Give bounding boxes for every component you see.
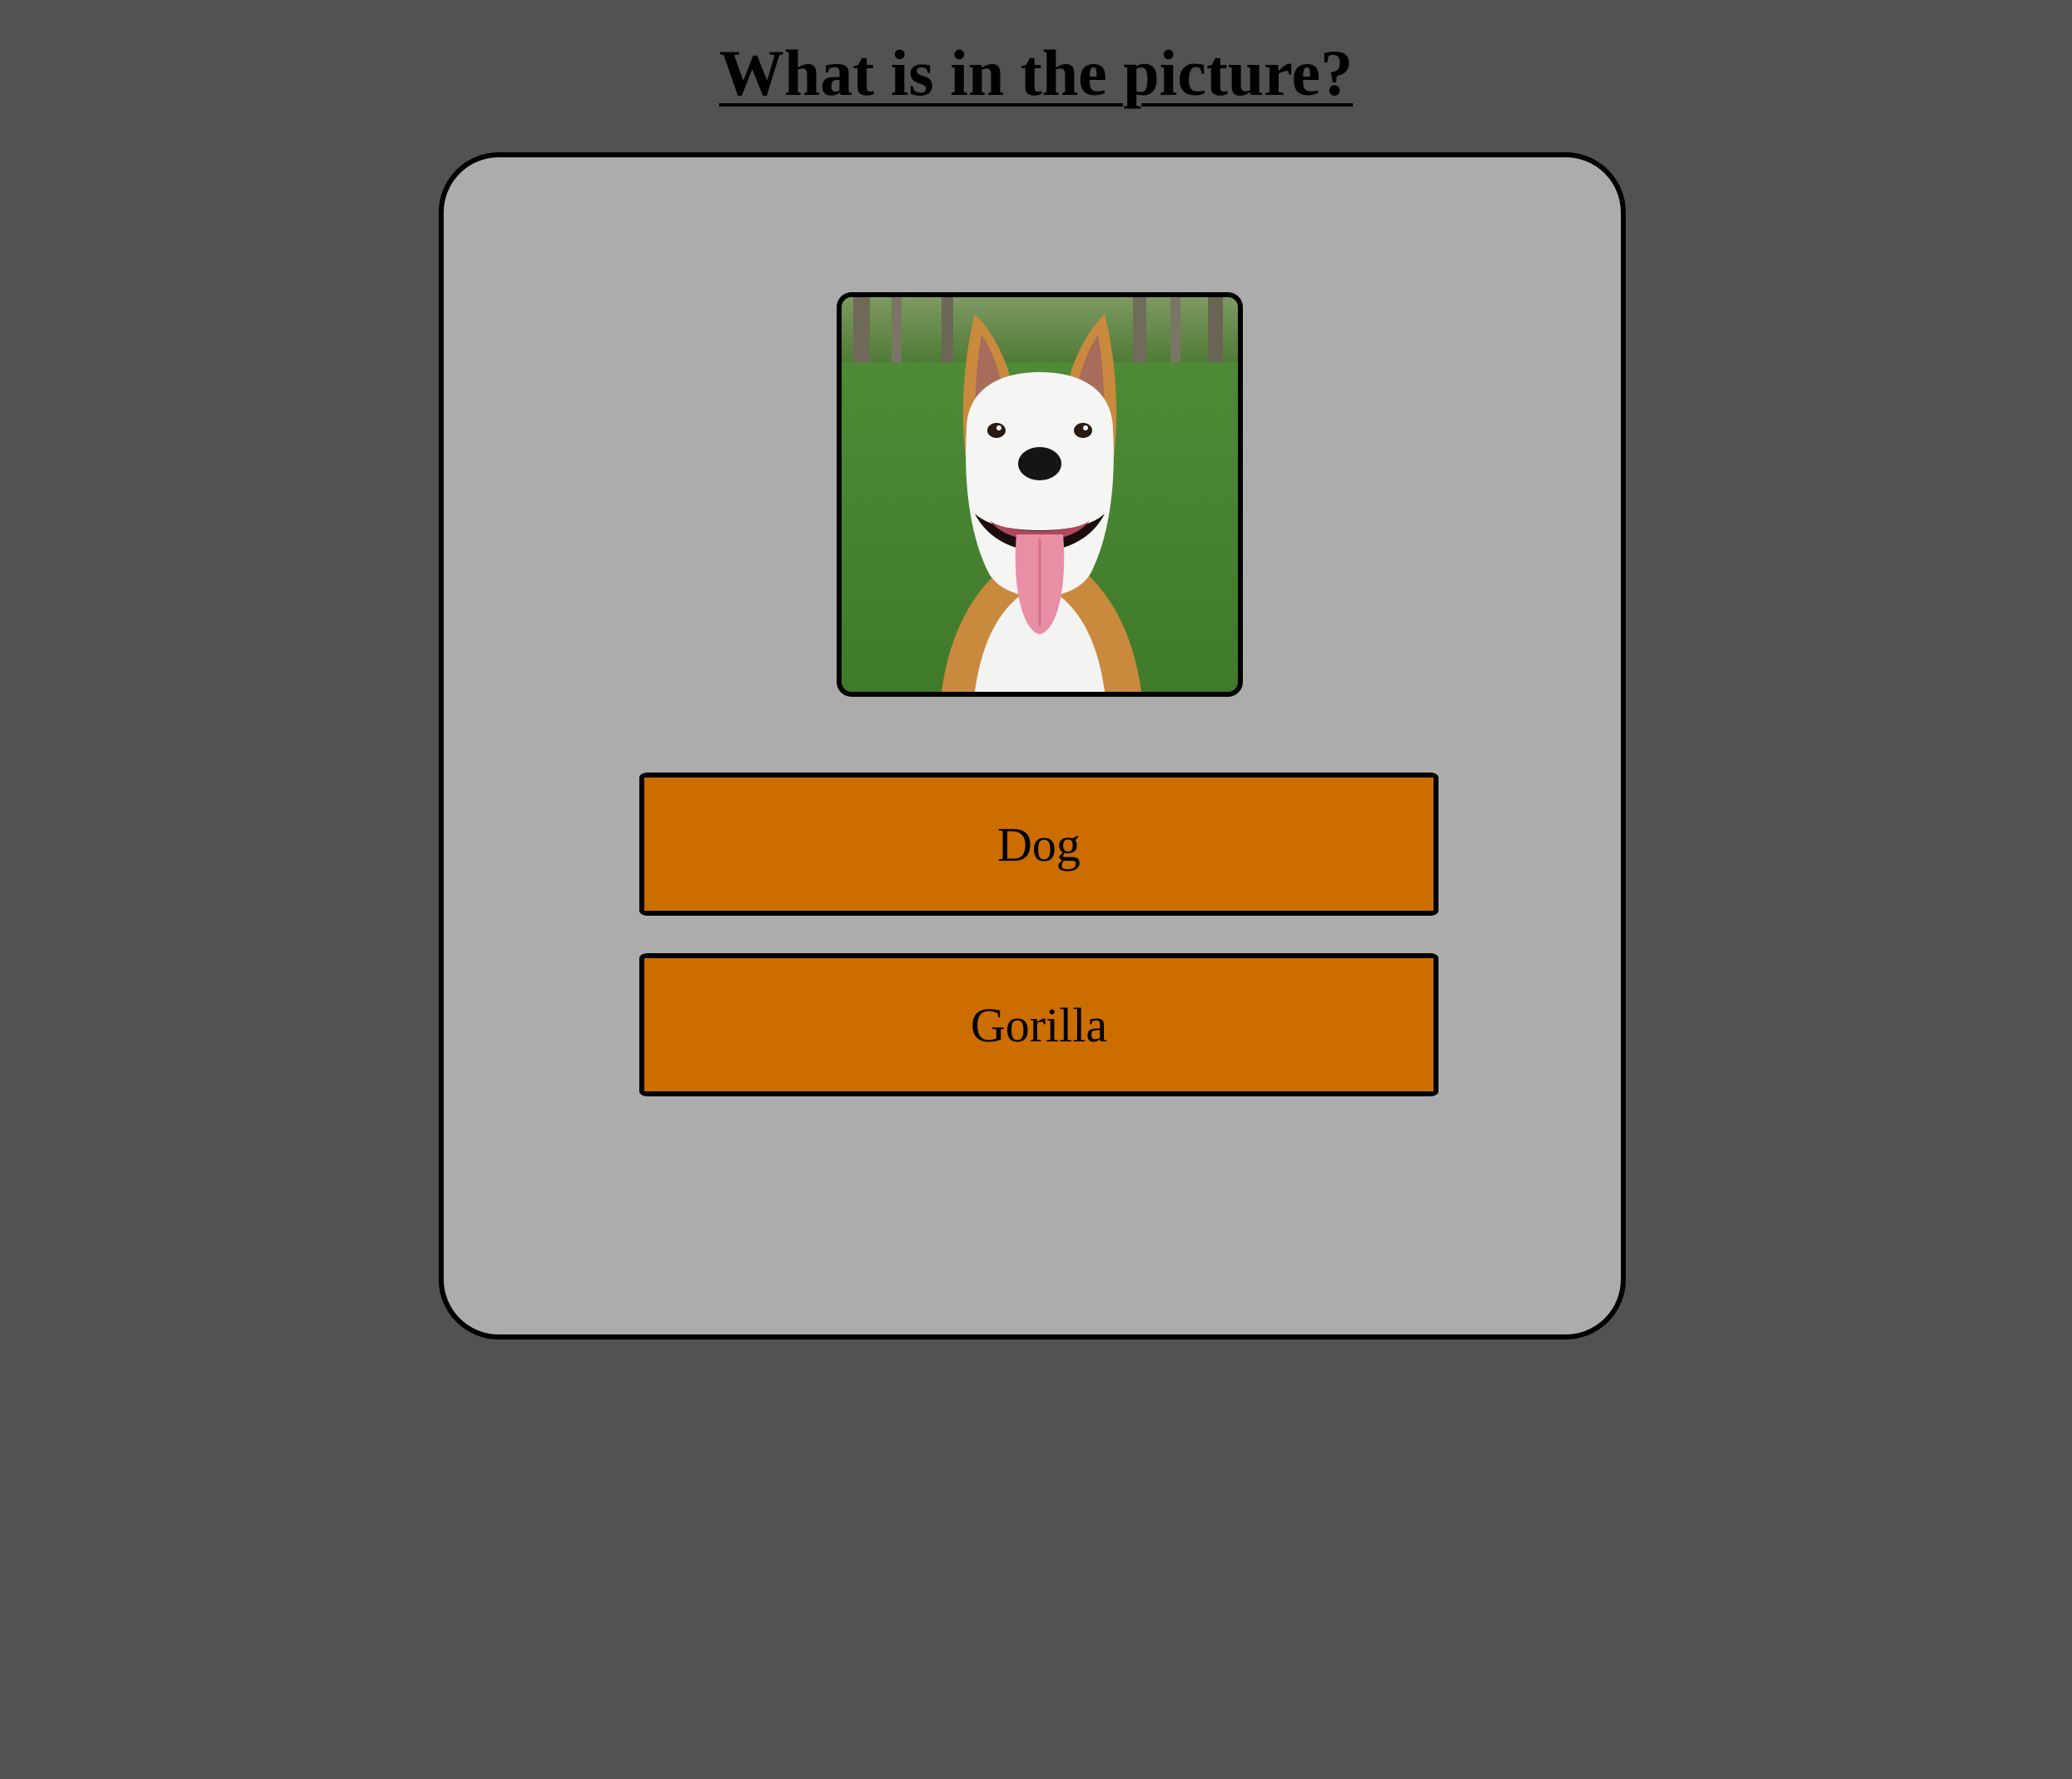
answer-button-dog[interactable]: Dog <box>639 773 1438 916</box>
quiz-picture <box>837 292 1243 697</box>
page-title: What is in the picture? <box>718 37 1354 109</box>
quiz-card: Dog Gorilla <box>439 152 1626 1339</box>
answer-button-gorilla[interactable]: Gorilla <box>639 953 1438 1096</box>
dog-photo-icon <box>842 297 1238 692</box>
